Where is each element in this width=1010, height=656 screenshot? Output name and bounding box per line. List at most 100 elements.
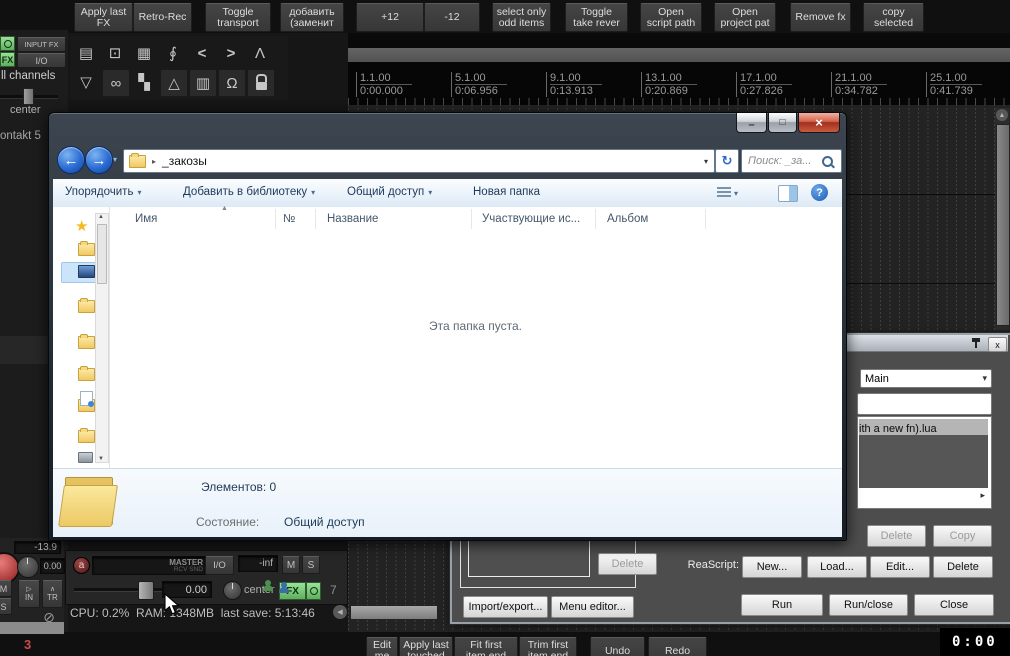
maximize-button[interactable]: □	[768, 113, 797, 133]
forward-button[interactable]: →	[85, 146, 113, 174]
bottom-button-fit-first-item-end[interactable]: Fit first item end	[454, 637, 518, 656]
dialog-close-button[interactable]: x	[988, 337, 1007, 352]
column-header-title[interactable]: Название	[327, 213, 378, 225]
action-list-selected-row[interactable]: ith a new fn).lua	[859, 419, 988, 435]
column-header-name[interactable]: Имя	[135, 213, 157, 225]
fx-button-clipped[interactable]: FX	[0, 52, 15, 67]
reascript-load-button[interactable]: Load...	[807, 556, 867, 578]
sidebar-saved-search-icon[interactable]	[80, 391, 94, 407]
envelope-icon[interactable]: △	[160, 69, 188, 97]
bottom-button-edit-me[interactable]: Edit me	[366, 637, 398, 656]
master-volume-value[interactable]: 0.00	[162, 581, 212, 598]
sidebar-computer-icon[interactable]	[78, 265, 95, 278]
column-separator[interactable]	[705, 209, 706, 229]
organize-menu[interactable]: Упорядочить ▾	[65, 186, 141, 198]
track3-volume-knob[interactable]	[17, 556, 39, 578]
lock-icon[interactable]	[247, 69, 275, 97]
import-export-button[interactable]: Import/export...	[463, 596, 548, 618]
horizontal-scrollbar[interactable]: ◀	[333, 603, 461, 621]
address-bar[interactable]: ▸ _закозы ▾	[123, 149, 715, 173]
record-arm-button[interactable]: a	[73, 557, 90, 574]
master-pan-knob[interactable]	[223, 581, 242, 600]
close-button[interactable]: Close	[914, 594, 994, 616]
run-button[interactable]: Run	[741, 594, 823, 616]
bottom-button-apply-last-touched[interactable]: Apply last touched	[399, 637, 453, 656]
snap-magnet-icon[interactable]: Ω	[218, 69, 246, 97]
grid-toggle-icon[interactable]: ▥	[189, 69, 217, 97]
item-grouping-icon[interactable]: ∞	[102, 69, 130, 97]
toolbar-button-remove-fx[interactable]: Remove fx	[790, 3, 851, 32]
toolbar-button-open-script-path[interactable]: Open script path	[640, 3, 702, 32]
master-fx-power-button[interactable]	[306, 582, 321, 600]
fx-enable-button[interactable]	[0, 36, 15, 51]
master-name-field[interactable]: MASTER RCV SND	[92, 556, 206, 575]
sidebar-folder-icon[interactable]	[78, 334, 95, 349]
track-resize-strip[interactable]	[0, 622, 64, 634]
save-project-icon[interactable]: ▦	[131, 40, 157, 66]
master-solo-button[interactable]: S	[302, 556, 320, 574]
sidebar-folder-icon[interactable]	[78, 366, 95, 381]
master-volume-handle[interactable]	[138, 581, 154, 600]
scroll-left-button[interactable]: ◀	[333, 605, 347, 619]
toolbar-button-toggle-transport[interactable]: Toggle transport	[205, 3, 271, 32]
vertical-scroll-thumb[interactable]	[996, 124, 1010, 326]
column-separator[interactable]	[275, 209, 276, 229]
metronome-icon[interactable]: Λ	[247, 40, 273, 66]
toolbar-button-apply-last-fx[interactable]: Apply last FX	[74, 3, 133, 32]
toolbar-button-toggle-take[interactable]: Toggle take rever	[565, 3, 628, 32]
open-project-icon[interactable]: ⊡	[102, 40, 128, 66]
copy-button[interactable]: Copy	[933, 525, 992, 547]
toolbar-button-dobavit[interactable]: добавить (заменит	[280, 3, 344, 32]
sidebar-folder-icon[interactable]	[78, 428, 95, 443]
track3-mute-button[interactable]: M	[0, 580, 12, 597]
mouse-modifier-icon[interactable]: ▽	[73, 69, 99, 95]
track3-input-button[interactable]: ▷ IN	[18, 580, 40, 608]
vertical-scrollbar[interactable]: ▲	[995, 108, 1010, 330]
pan-slider-handle[interactable]	[23, 88, 34, 105]
timeline-ruler[interactable]: 1.1.00 0:00.000 5.1.00 0:06.956 9.1.00 0:13…	[348, 62, 1010, 105]
run-close-button[interactable]: Run/close	[829, 594, 908, 616]
menu-editor-button[interactable]: Menu editor...	[551, 596, 634, 618]
favorites-star-icon[interactable]: ★	[75, 217, 88, 235]
search-box[interactable]: Поиск: _за...	[741, 149, 842, 173]
share-menu[interactable]: Общий доступ ▾	[347, 186, 432, 198]
sidebar-scroll-thumb[interactable]	[97, 224, 107, 284]
column-header-album[interactable]: Альбом	[607, 213, 648, 225]
column-separator[interactable]	[471, 209, 472, 229]
sidebar-folder-icon[interactable]	[78, 298, 95, 313]
breadcrumb[interactable]: _закозы	[162, 154, 704, 168]
master-mute-button[interactable]: M	[282, 556, 300, 574]
redo-icon[interactable]: >	[218, 40, 244, 66]
new-folder-button[interactable]: Новая папка	[473, 186, 540, 198]
sidebar-network-icon[interactable]	[78, 452, 93, 463]
column-separator[interactable]	[595, 209, 596, 229]
sidebar-scrollbar[interactable]: ▲ ▼	[95, 213, 109, 463]
toolbar-button-select-odd[interactable]: select only odd items	[492, 3, 551, 32]
views-button[interactable]: ▾	[717, 185, 751, 201]
track3-trim-button[interactable]: ∧ TR	[42, 580, 63, 608]
input-fx-button[interactable]: INPUT FX	[17, 37, 66, 52]
reascript-new-button[interactable]: New...	[742, 556, 802, 578]
shortcut-delete-button[interactable]: Delete	[598, 553, 657, 575]
bottom-button-redo[interactable]: Redo	[648, 637, 707, 656]
column-header-number[interactable]: №	[283, 213, 295, 225]
sidebar-folder-icon[interactable]	[78, 241, 95, 256]
action-filter-field[interactable]	[857, 393, 992, 415]
close-window-button[interactable]: ×	[798, 113, 840, 133]
toolbar-button-copy-selected[interactable]: copy selected	[863, 3, 924, 32]
undo-icon[interactable]: <	[189, 40, 215, 66]
action-list[interactable]: ith a new fn).lua ▸	[857, 416, 992, 509]
section-combo[interactable]: Main ▾	[860, 369, 992, 388]
scroll-down-icon[interactable]: ▼	[98, 456, 104, 462]
column-separator[interactable]	[315, 209, 316, 229]
scroll-up-icon[interactable]: ▲	[98, 214, 104, 220]
bottom-button-trim-first-item-end[interactable]: Trim first item end	[519, 637, 577, 656]
refresh-button[interactable]: ↻	[715, 149, 739, 173]
toolbar-button-retro-rec[interactable]: Retro-Rec	[133, 3, 192, 32]
pin-button[interactable]	[970, 337, 982, 349]
project-settings-icon[interactable]: ∮	[160, 40, 186, 66]
back-button[interactable]: ←	[57, 146, 85, 174]
ripple-edit-icon[interactable]: ▚	[131, 69, 157, 95]
history-dropdown[interactable]: ▾	[113, 155, 117, 164]
help-button[interactable]: ?	[811, 184, 828, 201]
